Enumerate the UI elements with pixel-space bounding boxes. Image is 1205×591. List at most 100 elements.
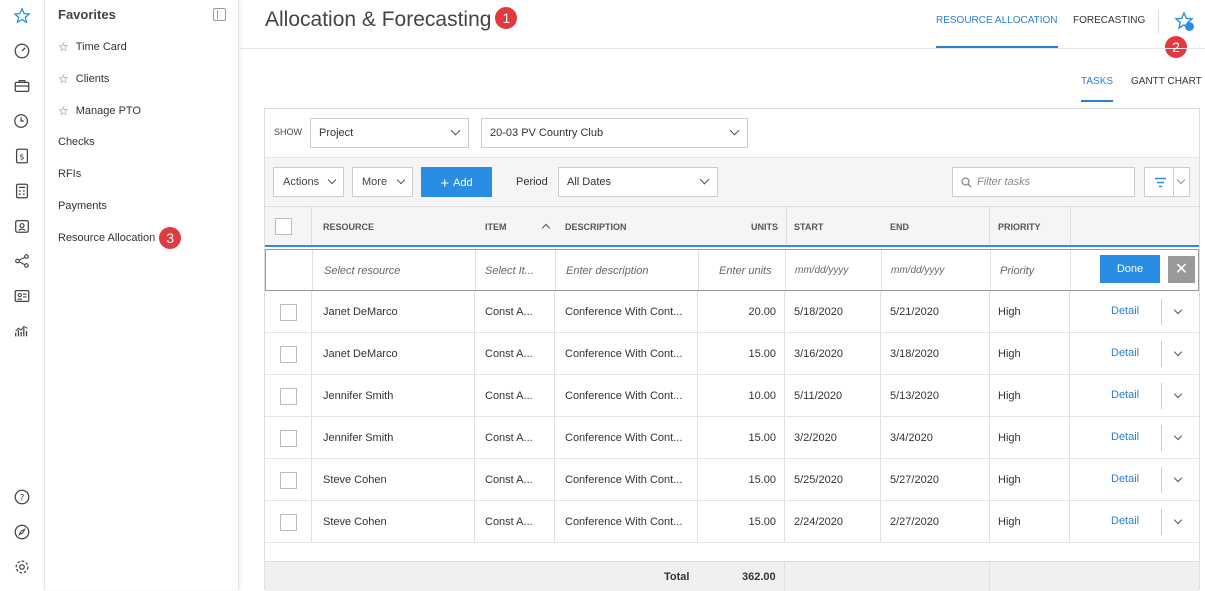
favorites-item-checks[interactable]: Checks: [58, 136, 95, 148]
row-expand-chevron-icon[interactable]: [1173, 347, 1183, 357]
calculator-icon[interactable]: [12, 181, 32, 201]
column-header-start[interactable]: START: [794, 222, 823, 232]
add-button[interactable]: + Add: [421, 167, 492, 197]
column-divider: [880, 333, 881, 374]
column-divider: [474, 333, 475, 374]
row-checkbox[interactable]: [280, 430, 297, 447]
detail-link[interactable]: Detail: [1111, 305, 1139, 317]
icon-rail: $ ?: [0, 0, 45, 590]
description-cell: Conference With Cont...: [565, 432, 683, 444]
collapse-panel-icon[interactable]: [213, 8, 226, 21]
table-row[interactable]: Steve Cohen Const A... Conference With Con…: [265, 501, 1199, 543]
column-divider: [554, 417, 555, 458]
favorites-item-label: Time Card: [75, 41, 127, 53]
column-header-resource[interactable]: RESOURCE: [323, 222, 374, 232]
resource-cell: Jennifer Smith: [323, 390, 394, 402]
dashboard-icon[interactable]: [12, 41, 32, 61]
column-divider: [1070, 207, 1071, 245]
briefcase-icon[interactable]: [12, 76, 32, 96]
invoice-icon[interactable]: $: [12, 146, 32, 166]
table-row[interactable]: Jennifer Smith Const A... Conference With …: [265, 375, 1199, 417]
description-entry-field[interactable]: Enter description: [566, 265, 649, 277]
row-checkbox[interactable]: [280, 472, 297, 489]
star-icon[interactable]: [12, 6, 32, 26]
more-dropdown[interactable]: More: [352, 167, 413, 197]
start-date-cell: 3/2/2020: [794, 432, 837, 444]
clock-dollar-icon[interactable]: [12, 111, 32, 131]
star-outline-icon[interactable]: ☆: [58, 40, 69, 54]
detail-link[interactable]: Detail: [1111, 347, 1139, 359]
chart-icon[interactable]: [12, 321, 32, 341]
column-header-end[interactable]: END: [890, 222, 909, 232]
end-date-entry-field[interactable]: mm/dd/yyyy: [891, 265, 944, 276]
tab-resource-allocation[interactable]: RESOURCE ALLOCATION: [936, 15, 1058, 48]
end-date-cell: 5/13/2020: [890, 390, 939, 402]
row-expand-chevron-icon[interactable]: [1173, 431, 1183, 441]
row-expand-chevron-icon[interactable]: [1173, 305, 1183, 315]
star-outline-icon[interactable]: ☆: [58, 72, 69, 86]
sort-ascending-icon[interactable]: [541, 223, 551, 233]
column-divider: [697, 375, 698, 416]
tab-tasks[interactable]: TASKS: [1081, 76, 1114, 102]
show-select[interactable]: Project: [310, 118, 469, 148]
row-checkbox[interactable]: [280, 304, 297, 321]
cancel-entry-button[interactable]: ✕: [1168, 256, 1195, 283]
settings-icon[interactable]: [12, 557, 32, 577]
project-select[interactable]: 20-03 PV Country Club: [481, 118, 748, 148]
column-header-units[interactable]: UNITS: [751, 222, 778, 232]
show-label: SHOW: [274, 127, 302, 137]
units-entry-field[interactable]: Enter units: [719, 265, 772, 277]
table-row[interactable]: Janet DeMarco Const A... Conference With C…: [265, 291, 1199, 333]
favorites-item-payments[interactable]: Payments: [58, 200, 107, 212]
compass-icon[interactable]: [12, 522, 32, 542]
tab-gantt-chart[interactable]: GANTT CHART: [1131, 76, 1202, 87]
actions-dropdown[interactable]: Actions: [273, 167, 344, 197]
period-select[interactable]: All Dates: [558, 167, 718, 197]
table-row[interactable]: Steve Cohen Const A... Conference With Con…: [265, 459, 1199, 501]
row-checkbox[interactable]: [280, 388, 297, 405]
tab-forecasting[interactable]: FORECASTING: [1073, 15, 1145, 26]
row-expand-chevron-icon[interactable]: [1173, 389, 1183, 399]
column-header-item[interactable]: ITEM: [485, 222, 507, 232]
resource-entry-field[interactable]: Select resource: [324, 265, 400, 277]
done-button[interactable]: Done: [1100, 255, 1160, 283]
star-outline-icon[interactable]: ☆: [58, 104, 69, 118]
column-header-priority[interactable]: PRIORITY: [998, 222, 1041, 232]
item-entry-field[interactable]: Select It...: [485, 265, 534, 277]
column-divider: [989, 459, 990, 500]
detail-link[interactable]: Detail: [1111, 515, 1139, 527]
row-expand-chevron-icon[interactable]: [1173, 473, 1183, 483]
favorites-item-manage-pto[interactable]: ☆ Manage PTO: [58, 104, 141, 118]
favorites-item-time-card[interactable]: ☆ Time Card: [58, 40, 127, 54]
select-all-checkbox[interactable]: [275, 218, 292, 235]
favorites-panel: Favorites ☆ Time Card ☆ Clients ☆ Manage PT…: [45, 0, 239, 590]
priority-cell: High: [998, 474, 1021, 486]
new-task-entry-row: Select resource Select It... Enter descr…: [265, 249, 1199, 291]
plus-icon: +: [440, 175, 450, 192]
column-header-description[interactable]: DESCRIPTION: [565, 222, 627, 232]
detail-link[interactable]: Detail: [1111, 389, 1139, 401]
help-icon[interactable]: ?: [12, 487, 32, 507]
detail-link[interactable]: Detail: [1111, 431, 1139, 443]
table-row[interactable]: Jennifer Smith Const A... Conference With …: [265, 417, 1199, 459]
priority-cell: High: [998, 348, 1021, 360]
row-expand-chevron-icon[interactable]: [1173, 515, 1183, 525]
favorites-item-rfis[interactable]: RFIs: [58, 168, 81, 180]
share-icon[interactable]: [12, 251, 32, 271]
button-divider: [1173, 168, 1174, 196]
priority-entry-field[interactable]: Priority: [1000, 265, 1034, 277]
id-badge-icon[interactable]: [12, 216, 32, 236]
table-row[interactable]: Janet DeMarco Const A... Conference With C…: [265, 333, 1199, 375]
detail-link[interactable]: Detail: [1111, 473, 1139, 485]
filter-options-button[interactable]: [1144, 167, 1190, 197]
priority-cell: High: [998, 306, 1021, 318]
row-checkbox[interactable]: [280, 346, 297, 363]
resource-cell: Jennifer Smith: [323, 432, 394, 444]
favorite-star-icon[interactable]: [1174, 11, 1196, 33]
row-checkbox[interactable]: [280, 514, 297, 531]
start-date-entry-field[interactable]: mm/dd/yyyy: [795, 265, 848, 276]
contact-card-icon[interactable]: [12, 286, 32, 306]
favorites-item-clients[interactable]: ☆ Clients: [58, 72, 109, 86]
favorites-item-resource-allocation[interactable]: Resource Allocation 3: [58, 227, 182, 249]
filter-tasks-input[interactable]: Filter tasks: [952, 167, 1135, 197]
